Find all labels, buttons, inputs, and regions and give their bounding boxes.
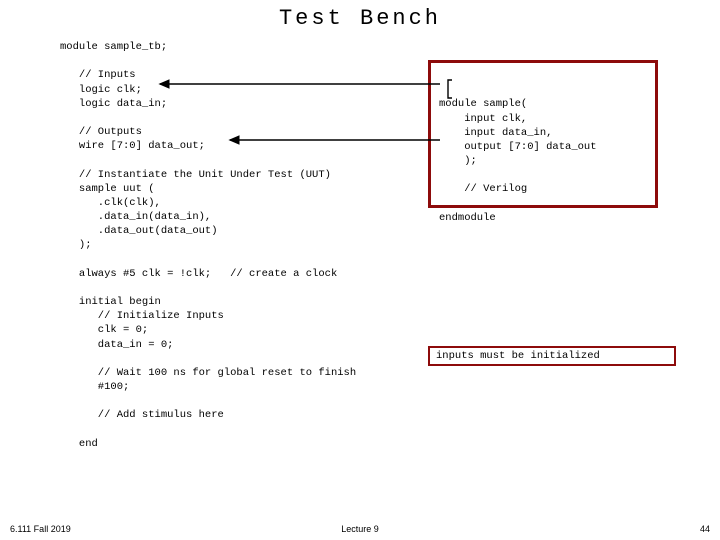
slide-title: Test Bench — [0, 6, 720, 31]
module-definition-box: module sample( input clk, input data_in,… — [428, 60, 658, 208]
testbench-code: module sample_tb; // Inputs logic clk; l… — [60, 40, 420, 451]
footer-page-number: 44 — [700, 524, 710, 534]
slide: Test Bench module sample_tb; // Inputs l… — [0, 0, 720, 540]
note-text: inputs must be initialized — [436, 350, 600, 362]
note-box: inputs must be initialized — [428, 346, 676, 366]
footer-center: Lecture 9 — [0, 524, 720, 534]
module-code: module sample( input clk, input data_in,… — [439, 97, 647, 225]
